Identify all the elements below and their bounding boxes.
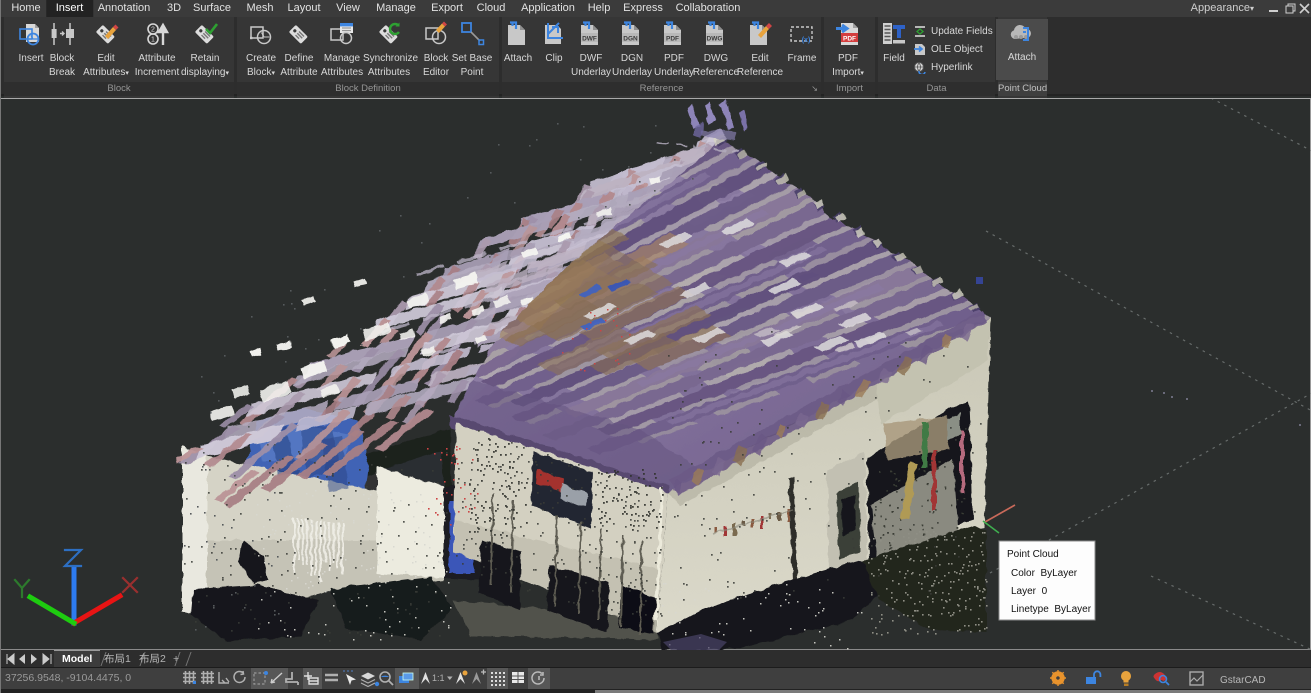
svg-text:PDF: PDF	[843, 36, 856, 43]
svg-text:2: 2	[151, 27, 155, 34]
svg-text:GstarCAD: GstarCAD	[1220, 675, 1266, 686]
svg-text:DWF: DWF	[582, 36, 597, 43]
svg-text:1:1: 1:1	[432, 673, 445, 683]
svg-text:Linetype ByLayer: Linetype ByLayer	[1011, 604, 1092, 615]
svg-text:DWG: DWG	[707, 36, 723, 43]
svg-text:PDF: PDF	[666, 36, 679, 43]
svg-text:Point Cloud: Point Cloud	[1007, 549, 1059, 560]
svg-text:DGN: DGN	[623, 36, 638, 43]
svg-text:1: 1	[151, 37, 155, 44]
svg-text:Color ByLayer: Color ByLayer	[1011, 568, 1078, 579]
svg-text:Layer 0: Layer 0	[1011, 586, 1048, 597]
svg-text:(x): (x)	[802, 37, 811, 44]
